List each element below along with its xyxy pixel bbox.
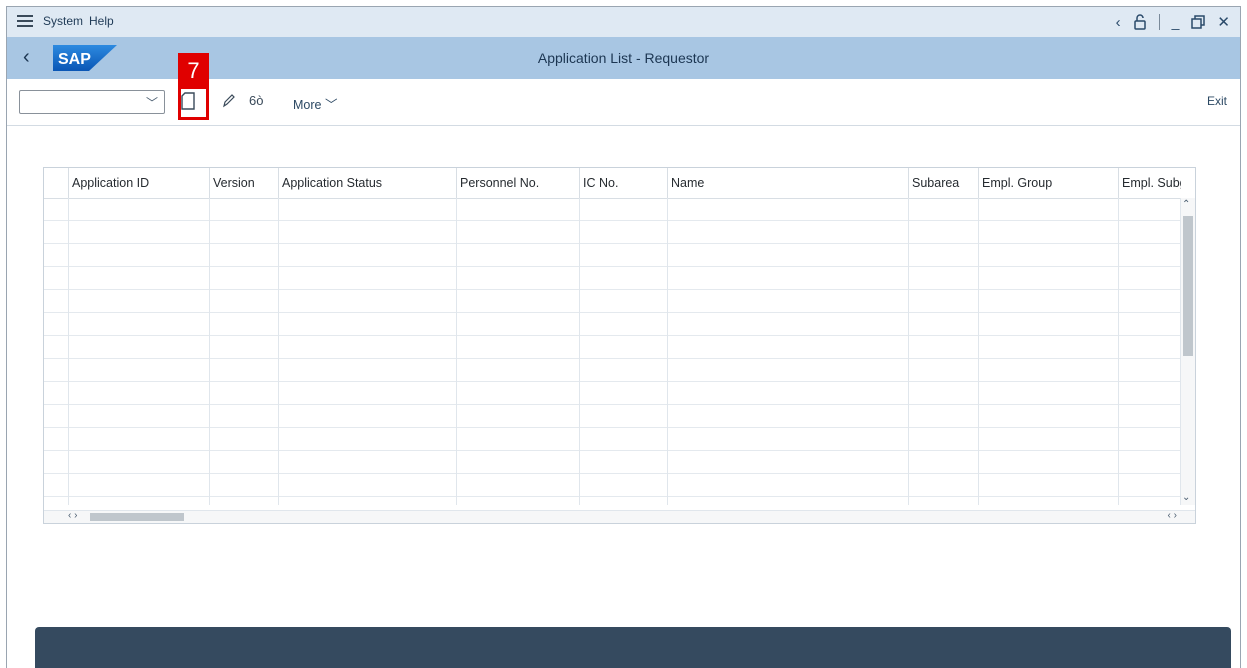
chevron-down-icon: ﹀ (145, 96, 158, 110)
scroll-left-right-icon[interactable]: ‹ › (1168, 510, 1177, 521)
column-header-name[interactable]: Name (667, 168, 908, 198)
column-divider (579, 198, 580, 505)
status-bar (35, 627, 1231, 668)
column-header-empl-subgroup[interactable]: Empl. Subg (1118, 168, 1181, 198)
table-row[interactable] (44, 382, 1181, 405)
column-header-personnel-no[interactable]: Personnel No. (456, 168, 579, 198)
glasses-icon: 6ò (249, 93, 264, 108)
pencil-icon (223, 94, 235, 108)
table-row[interactable] (44, 198, 1181, 221)
column-header-application-id[interactable]: Application ID (68, 168, 209, 198)
table-row[interactable] (44, 221, 1181, 244)
vertical-scroll-thumb[interactable] (1183, 216, 1193, 356)
column-divider (278, 198, 279, 505)
table-row[interactable] (44, 336, 1181, 359)
menu-help[interactable]: Help (89, 14, 114, 28)
chevron-left-icon[interactable]: ‹ (1116, 14, 1121, 31)
column-header-version[interactable]: Version (209, 168, 278, 198)
table-row[interactable] (44, 290, 1181, 313)
more-menu-button[interactable]: More ﹀ (293, 94, 337, 114)
table-row[interactable] (44, 313, 1181, 336)
scroll-down-icon[interactable]: ⌄ (1182, 492, 1190, 503)
sap-window: System Help ‹ _ ✕ ‹ SAP Application List… (6, 6, 1241, 668)
table-row[interactable] (44, 359, 1181, 382)
restore-icon[interactable] (1191, 15, 1206, 29)
scroll-up-icon[interactable]: ⌃ (1182, 199, 1190, 210)
table-row[interactable] (44, 428, 1181, 451)
more-label: More (293, 98, 322, 112)
callout-highlight-box (178, 86, 209, 120)
unlock-icon[interactable] (1133, 14, 1147, 30)
column-header-empl-group[interactable]: Empl. Group (978, 168, 1118, 198)
row-selector[interactable] (44, 221, 69, 243)
row-selector[interactable] (44, 405, 69, 427)
column-divider (978, 198, 979, 505)
row-selector[interactable] (44, 428, 69, 450)
edit-button[interactable] (222, 92, 238, 112)
table-row[interactable] (44, 474, 1181, 497)
row-selector[interactable] (44, 244, 69, 266)
command-field-dropdown[interactable]: ﹀ (19, 90, 165, 114)
display-button[interactable]: 6ò (249, 93, 271, 113)
table-row[interactable] (44, 244, 1181, 267)
divider (1158, 14, 1160, 30)
column-divider (667, 198, 668, 505)
column-divider (68, 198, 69, 505)
table-row[interactable] (44, 267, 1181, 290)
hamburger-menu-icon[interactable] (17, 13, 33, 29)
scroll-left-right-icon[interactable]: ‹ › (68, 510, 77, 521)
row-selector[interactable] (44, 451, 69, 473)
vertical-scrollbar[interactable]: ⌃ ⌄ (1180, 198, 1195, 505)
column-divider (1118, 198, 1119, 505)
close-icon[interactable]: ✕ (1217, 13, 1230, 31)
row-selector[interactable] (44, 474, 69, 496)
menu-bar: System Help ‹ _ ✕ (7, 7, 1240, 37)
row-selector[interactable] (44, 336, 69, 358)
application-list-table: Application ID Version Application Statu… (43, 167, 1196, 524)
column-header-ic-no[interactable]: IC No. (579, 168, 667, 198)
horizontal-scroll-thumb[interactable] (90, 513, 184, 521)
column-divider (456, 198, 457, 505)
minimize-icon[interactable]: _ (1172, 14, 1180, 30)
table-row[interactable] (44, 405, 1181, 428)
window-controls: ‹ _ ✕ (1116, 11, 1230, 33)
row-selector[interactable] (44, 267, 69, 289)
exit-button[interactable]: Exit (1207, 94, 1227, 114)
table-row[interactable] (44, 451, 1181, 474)
horizontal-scrollbar[interactable]: ‹ › ‹ › (44, 510, 1195, 523)
chevron-down-icon: ﹀ (324, 98, 338, 112)
column-divider (908, 198, 909, 505)
row-selector[interactable] (44, 198, 69, 220)
table-header: Application ID Version Application Statu… (44, 168, 1181, 199)
menu-system[interactable]: System (43, 14, 83, 28)
step-number-badge: 7 (178, 53, 209, 89)
row-selector[interactable] (44, 290, 69, 312)
row-selector[interactable] (44, 313, 69, 335)
column-header-subarea[interactable]: Subarea (908, 168, 978, 198)
row-selector[interactable] (44, 382, 69, 404)
column-divider (209, 198, 210, 505)
row-selector[interactable] (44, 359, 69, 381)
column-header-application-status[interactable]: Application Status (278, 168, 456, 198)
